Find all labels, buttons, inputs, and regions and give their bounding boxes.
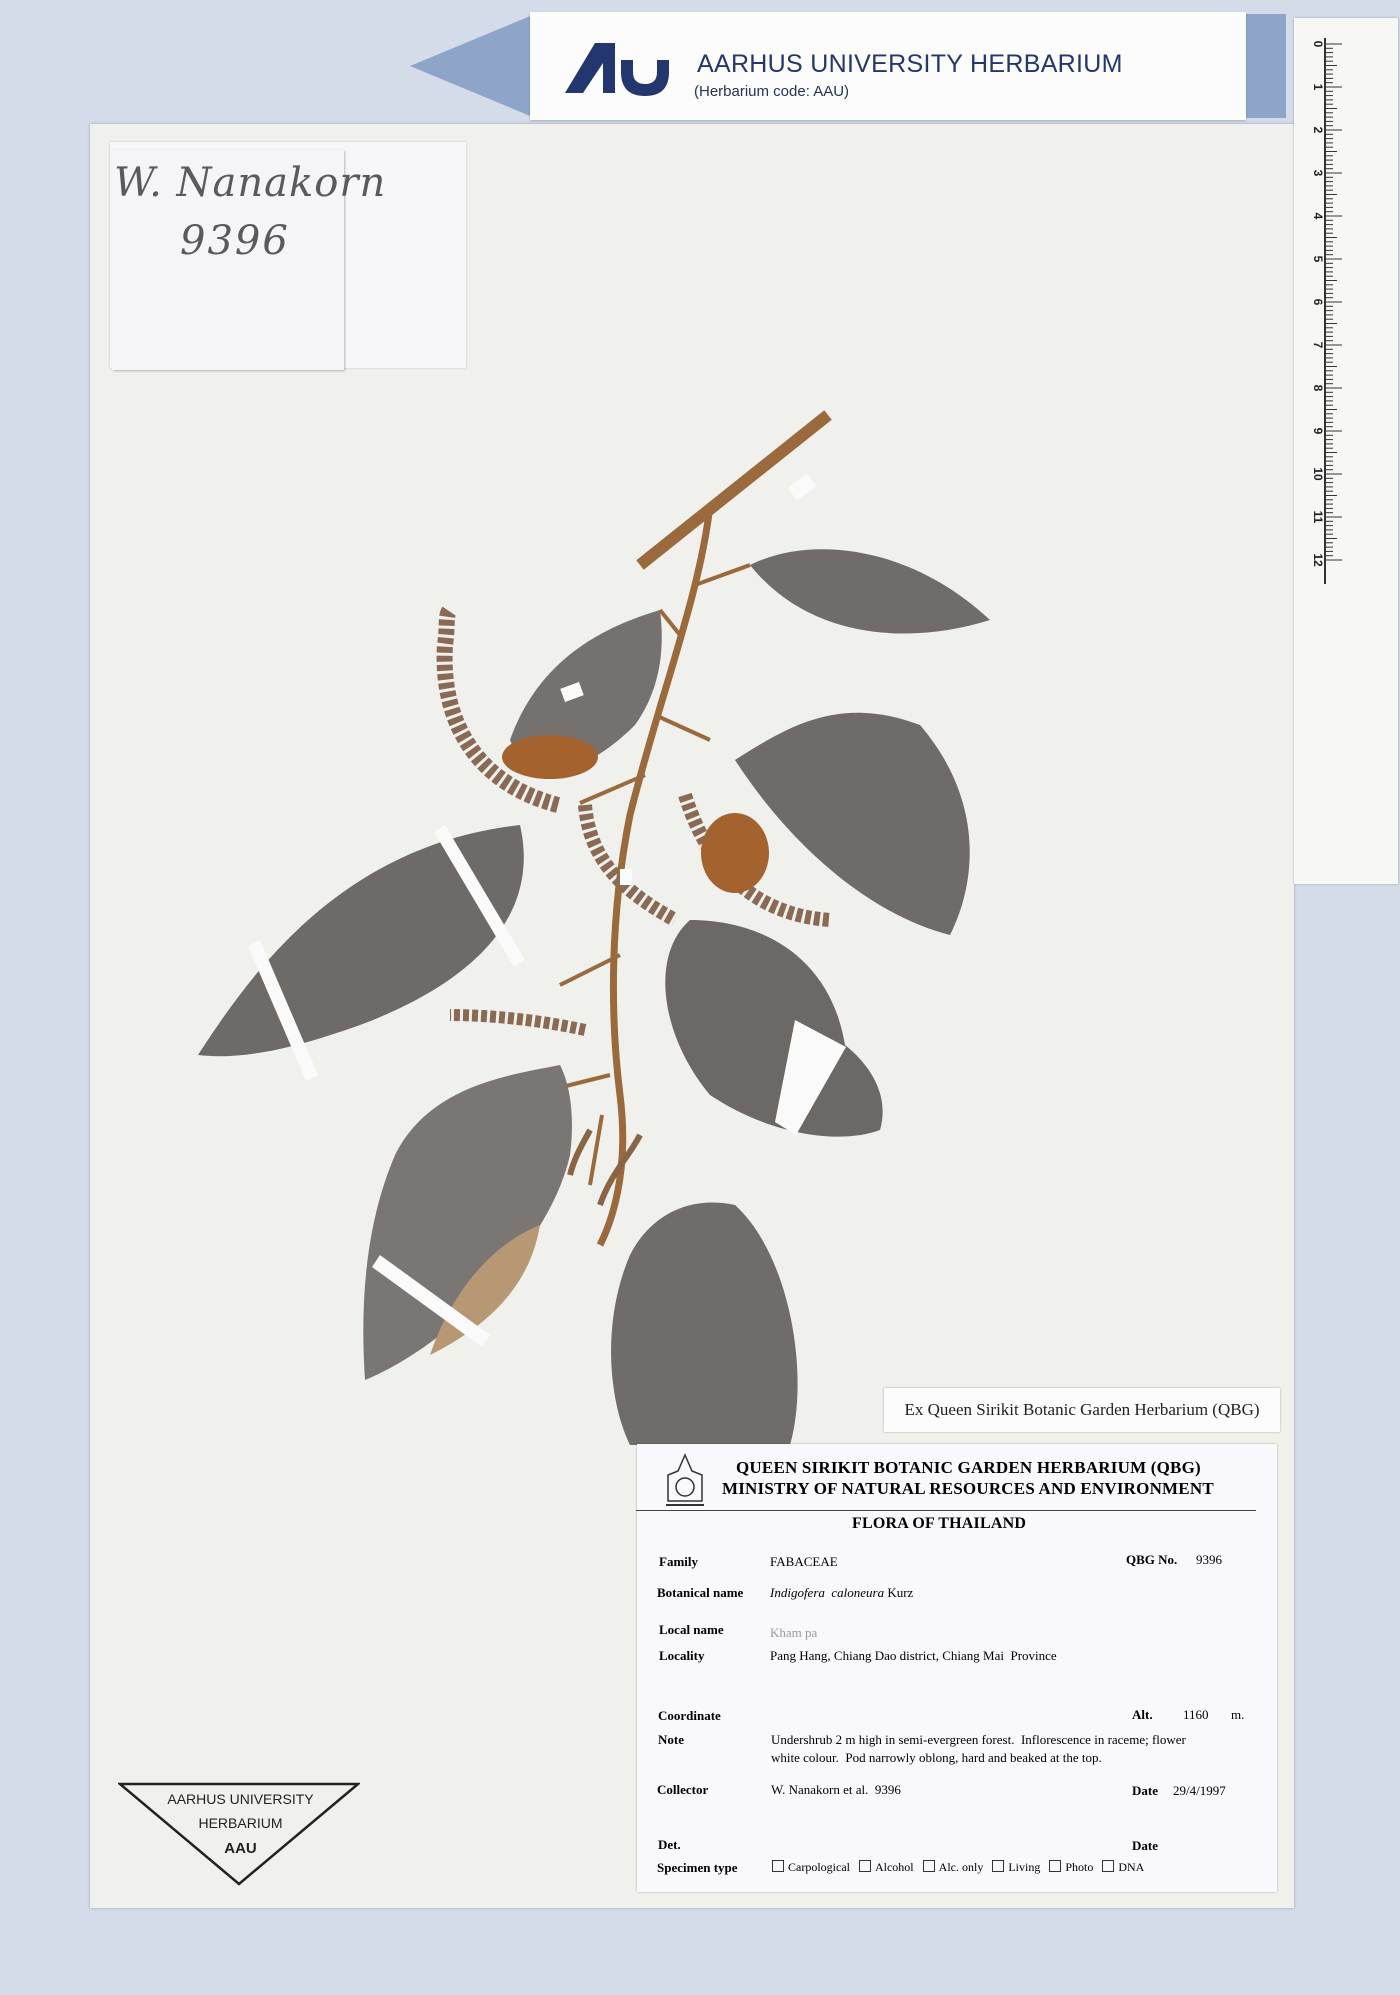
qbg-rule <box>636 1510 1256 1511</box>
botanical-value: Indigofera caloneura Kurz <box>770 1585 914 1600</box>
ruler-scale: 0123456789101112 <box>1311 38 1342 584</box>
ex-herbarium-slip: Ex Queen Sirikit Botanic Garden Herbariu… <box>884 1388 1280 1432</box>
aau-stamp-line2: HERBARIUM <box>198 1815 283 1831</box>
ruler-label: 1 <box>1311 84 1325 91</box>
flower-cluster <box>701 813 769 893</box>
ruler-label: 6 <box>1311 299 1325 306</box>
ruler-label: 8 <box>1311 385 1325 392</box>
date-label: Date <box>1132 1783 1158 1798</box>
specimen-type-options: Carpological Alcohol Alc. only Living Ph… <box>772 1860 1144 1875</box>
leaf <box>735 712 970 935</box>
aau-stamp-line1: AARHUS UNIVERSITY <box>167 1791 314 1807</box>
checkbox-alcohol: Alcohol <box>858 1860 914 1874</box>
qbg-header-line2: MINISTRY OF NATURAL RESOURCES AND ENVIRO… <box>722 1479 1214 1498</box>
ruler-label: 11 <box>1311 511 1325 524</box>
alt-value: 1160 <box>1183 1707 1209 1722</box>
collector-number: 9396 <box>180 218 290 264</box>
au-banner-title: AARHUS UNIVERSITY HERBARIUM <box>697 50 1123 78</box>
ruler-label: 10 <box>1311 467 1325 481</box>
alt-unit: m. <box>1231 1707 1245 1722</box>
locality-value: Pang Hang, Chiang Dao district, Chiang M… <box>770 1648 1057 1663</box>
collector-name: W. Nanakorn <box>114 160 387 206</box>
qbg-header-line1: QUEEN SIRIKIT BOTANIC GARDEN HERBARIUM (… <box>736 1458 1201 1477</box>
local-name-value: Kham pa <box>770 1625 818 1640</box>
aau-stamp-line3: AAU <box>224 1840 257 1857</box>
qbg-no-label: QBG No. <box>1126 1552 1178 1567</box>
leaf <box>665 920 883 1137</box>
det-label: Det. <box>658 1837 681 1852</box>
note-line1: Undershrub 2 m high in semi-evergreen fo… <box>771 1732 1186 1747</box>
checkbox-carpological: Carpological <box>772 1860 850 1874</box>
ruler-label: 2 <box>1311 127 1325 134</box>
date-value: 29/4/1997 <box>1173 1783 1226 1798</box>
note-line2: white colour. Pod narrowly oblong, hard … <box>771 1750 1102 1765</box>
ruler-label: 4 <box>1311 213 1325 220</box>
ruler-label: 9 <box>1311 428 1325 435</box>
mounting-tape <box>620 869 632 885</box>
family-value: FABACEAE <box>770 1554 838 1569</box>
checkbox-dna: DNA <box>1102 1860 1144 1874</box>
checkbox-photo: Photo <box>1049 1860 1093 1874</box>
collector-value: W. Nanakorn et al. 9396 <box>771 1782 901 1797</box>
local-name-label: Local name <box>659 1622 724 1637</box>
au-logo-icon <box>565 43 669 96</box>
ruler-label: 0 <box>1311 41 1325 48</box>
ruler-label: 5 <box>1311 256 1325 263</box>
qbg-label <box>637 1444 1277 1892</box>
banner-arrow <box>410 14 535 118</box>
collector-label: Collector <box>657 1782 709 1797</box>
checkbox-alc-only: Alc. only <box>922 1860 983 1874</box>
ruler-label: 3 <box>1311 170 1325 177</box>
date2-label: Date <box>1132 1838 1158 1853</box>
alt-label: Alt. <box>1132 1707 1153 1722</box>
leaf <box>611 1202 798 1445</box>
family-label: Family <box>659 1554 698 1569</box>
flora-title: FLORA OF THAILAND <box>852 1515 1027 1532</box>
leaf <box>750 549 990 634</box>
flower-cluster <box>502 735 598 779</box>
specimen-type-label: Specimen type <box>657 1860 738 1875</box>
coordinate-label: Coordinate <box>658 1708 721 1723</box>
botanical-label: Botanical name <box>657 1585 744 1600</box>
qbg-emblem-icon <box>666 1453 704 1506</box>
locality-label: Locality <box>659 1648 705 1663</box>
ruler-label: 7 <box>1311 342 1325 349</box>
au-banner-code: (Herbarium code: AAU) <box>694 83 850 100</box>
plant-specimen <box>198 410 990 1445</box>
ruler-label: 12 <box>1311 553 1325 567</box>
mounting-tape <box>787 473 817 501</box>
raceme <box>449 1009 587 1036</box>
checkbox-living: Living <box>992 1860 1040 1874</box>
note-label: Note <box>658 1732 684 1747</box>
qbg-no-value: 9396 <box>1196 1552 1222 1567</box>
